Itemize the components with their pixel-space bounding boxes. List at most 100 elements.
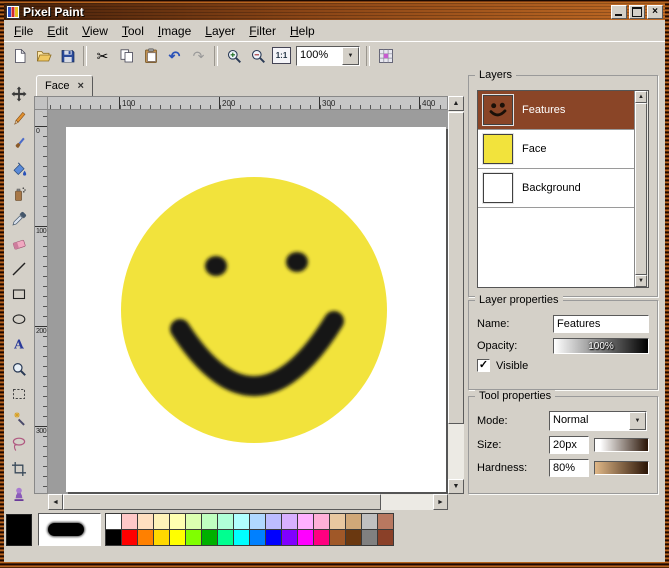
menu-item-edit[interactable]: Edit [41, 22, 74, 40]
palette-swatch[interactable] [137, 513, 154, 530]
palette-swatch[interactable] [201, 529, 218, 546]
layers-scrollbar[interactable]: ▲ ▼ [634, 91, 648, 287]
palette-swatch[interactable] [361, 529, 378, 546]
menu-item-tool[interactable]: Tool [116, 22, 150, 40]
palette-swatch[interactable] [185, 529, 202, 546]
text-tool[interactable]: A [7, 332, 31, 356]
select-rectangle-tool[interactable] [7, 382, 31, 406]
size-input[interactable] [549, 436, 589, 454]
eyedropper-tool[interactable] [7, 207, 31, 231]
palette-swatch[interactable] [121, 529, 138, 546]
zoom-tool[interactable] [7, 357, 31, 381]
scroll-down-button[interactable]: ▼ [635, 275, 647, 287]
opacity-slider[interactable]: 100% [553, 338, 649, 354]
magic-wand-tool[interactable] [7, 407, 31, 431]
palette-swatch[interactable] [185, 513, 202, 530]
menu-item-filter[interactable]: Filter [243, 22, 282, 40]
palette-swatch[interactable] [217, 529, 234, 546]
layer-row-features[interactable]: Features [478, 91, 635, 130]
new-button[interactable] [8, 44, 31, 67]
save-button[interactable] [56, 44, 79, 67]
palette-swatch[interactable] [377, 529, 394, 546]
palette-swatch[interactable] [313, 513, 330, 530]
title-bar[interactable]: Pixel Paint × [4, 3, 665, 20]
brush-tool[interactable] [7, 132, 31, 156]
tab-face[interactable]: Face × [36, 75, 93, 96]
palette-swatch[interactable] [281, 513, 298, 530]
palette-swatch[interactable] [105, 529, 122, 546]
palette-swatch[interactable] [265, 529, 282, 546]
palette-swatch[interactable] [345, 529, 362, 546]
actual-size-button[interactable]: 1:1 [270, 44, 293, 67]
redo-button[interactable]: ↷ [187, 44, 210, 67]
scroll-down-button[interactable]: ▼ [448, 479, 464, 494]
horizontal-scrollbar[interactable]: ◄ ► [48, 494, 448, 510]
layer-name-input[interactable] [553, 315, 649, 333]
paste-button[interactable] [139, 44, 162, 67]
hardness-slider[interactable] [594, 461, 649, 475]
zoom-out-button[interactable] [246, 44, 269, 67]
vertical-scrollbar[interactable]: ▲ ▼ [448, 96, 464, 494]
palette-swatch[interactable] [345, 513, 362, 530]
spray-tool[interactable] [7, 182, 31, 206]
zoom-in-button[interactable] [222, 44, 245, 67]
palette-swatch[interactable] [137, 529, 154, 546]
menu-item-image[interactable]: Image [152, 22, 197, 40]
undo-button[interactable]: ↶ [163, 44, 186, 67]
scroll-up-button[interactable]: ▲ [448, 96, 464, 111]
mode-dropdown[interactable]: Normal ▼ [549, 411, 647, 431]
ellipse-tool[interactable] [7, 307, 31, 331]
rectangle-tool[interactable] [7, 282, 31, 306]
pencil-tool[interactable] [7, 107, 31, 131]
palette-swatch[interactable] [313, 529, 330, 546]
palette-swatch[interactable] [281, 529, 298, 546]
palette-swatch[interactable] [169, 513, 186, 530]
open-button[interactable] [32, 44, 55, 67]
palette-swatch[interactable] [361, 513, 378, 530]
fill-tool[interactable] [7, 157, 31, 181]
cut-button[interactable]: ✂ [91, 44, 114, 67]
palette-swatch[interactable] [377, 513, 394, 530]
eraser-tool[interactable] [7, 232, 31, 256]
maximize-button[interactable] [629, 5, 645, 19]
palette-swatch[interactable] [233, 513, 250, 530]
palette-swatch[interactable] [169, 529, 186, 546]
grid-toggle-button[interactable] [374, 44, 397, 67]
close-button[interactable]: × [647, 5, 663, 19]
palette-swatch[interactable] [153, 513, 170, 530]
scroll-right-button[interactable]: ► [433, 494, 448, 510]
lasso-tool[interactable] [7, 432, 31, 456]
canvas-page[interactable] [66, 127, 446, 492]
current-color-well[interactable] [6, 514, 32, 546]
copy-button[interactable] [115, 44, 138, 67]
layer-row-face[interactable]: Face [478, 130, 635, 169]
layers-scroll-thumb[interactable] [635, 103, 647, 275]
scroll-up-button[interactable]: ▲ [635, 91, 647, 103]
scroll-left-button[interactable]: ◄ [48, 494, 63, 510]
menu-item-view[interactable]: View [76, 22, 114, 40]
palette-swatch[interactable] [297, 529, 314, 546]
zoom-level-combo[interactable]: 100% ▼ [296, 46, 360, 66]
palette-swatch[interactable] [297, 513, 314, 530]
move-tool[interactable] [7, 82, 31, 106]
palette-swatch[interactable] [265, 513, 282, 530]
vertical-scroll-thumb[interactable] [448, 112, 464, 424]
crop-tool[interactable] [7, 457, 31, 481]
palette-swatch[interactable] [121, 513, 138, 530]
chevron-down-icon[interactable]: ▼ [342, 47, 359, 65]
size-slider[interactable] [594, 438, 649, 452]
line-tool[interactable] [7, 257, 31, 281]
menu-item-layer[interactable]: Layer [199, 22, 241, 40]
palette-swatch[interactable] [329, 529, 346, 546]
palette-swatch[interactable] [105, 513, 122, 530]
menu-item-file[interactable]: File [8, 22, 39, 40]
layer-row-background[interactable]: Background [478, 169, 635, 208]
palette-swatch[interactable] [217, 513, 234, 530]
hardness-input[interactable] [549, 459, 589, 477]
tab-close-icon[interactable]: × [77, 80, 83, 92]
clone-stamp-tool[interactable] [7, 482, 31, 506]
minimize-button[interactable] [611, 5, 627, 19]
horizontal-scroll-thumb[interactable] [63, 494, 381, 510]
menu-item-help[interactable]: Help [284, 22, 321, 40]
visible-checkbox[interactable]: ✓ [477, 359, 490, 372]
